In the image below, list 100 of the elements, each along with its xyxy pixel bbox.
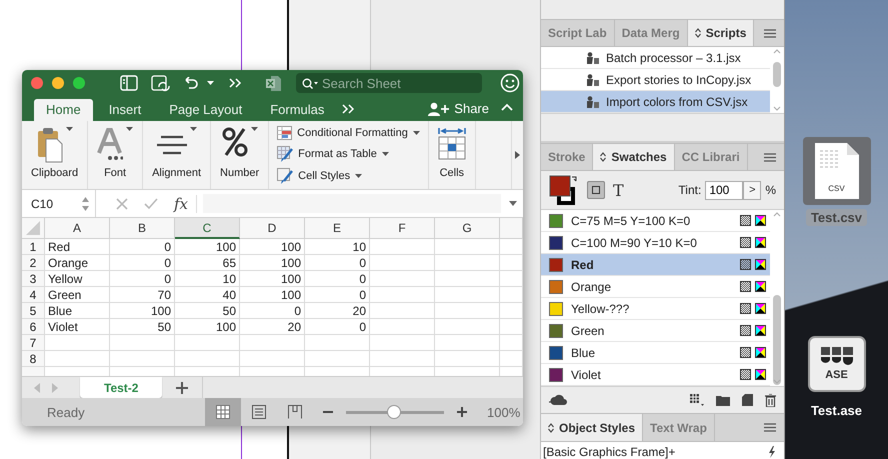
clipboard-button[interactable]: Clipboard	[22, 120, 88, 190]
ribbon-command[interactable]: Format as Table	[277, 146, 420, 162]
spreadsheet-file-icon	[266, 74, 281, 92]
table-cell: 0	[110, 239, 175, 256]
undo-icon[interactable]	[183, 76, 198, 90]
zoom-out-icon[interactable]	[323, 411, 333, 414]
empty-cell	[370, 303, 435, 320]
swatch-item[interactable]: Green	[541, 320, 770, 342]
ribbon-tab[interactable]: Formulas	[258, 98, 336, 121]
save-refresh-icon[interactable]	[151, 74, 171, 92]
file-name[interactable]: Test.ase	[806, 402, 868, 419]
column-header[interactable]: F	[370, 218, 435, 240]
caret-icon	[66, 126, 73, 131]
row-header[interactable]: 4	[22, 287, 45, 304]
row-header[interactable]: 5	[22, 303, 45, 320]
script-item[interactable]: Import colors from CSV.jsx	[541, 91, 770, 113]
sidebar-icon[interactable]	[120, 75, 138, 92]
current-style-text: [Basic Graphics Frame]+	[543, 445, 676, 459]
swatch-item[interactable]: C=75 M=5 Y=100 K=0	[541, 210, 770, 232]
view-button[interactable]	[205, 398, 241, 426]
empty-cell	[500, 335, 523, 352]
ribbon-tab[interactable]: Page Layout	[157, 98, 254, 121]
swatch-blocks-icon	[820, 347, 852, 365]
sheet-tab[interactable]: Test-2	[80, 377, 162, 398]
scroll-right-icon[interactable]	[515, 151, 520, 159]
ribbon-tab[interactable]: Home	[34, 98, 93, 121]
column-header[interactable]: D	[240, 218, 305, 240]
column-header[interactable]: C	[175, 218, 240, 240]
ribbon-tab[interactable]: Insert	[96, 98, 154, 121]
row-header[interactable]: 1	[22, 239, 45, 256]
cloud-arrow-icon[interactable]	[549, 394, 567, 406]
minimize-button[interactable]	[52, 77, 64, 90]
double-chevron-icon[interactable]	[229, 78, 242, 88]
file-name[interactable]: Test.csv	[806, 209, 868, 226]
alignment-button[interactable]: Alignment	[143, 120, 212, 190]
tint-step-button[interactable]: >	[743, 180, 762, 200]
swatch-item[interactable]: Orange	[541, 276, 770, 298]
script-item[interactable]: Batch processor – 3.1.jsx	[541, 47, 770, 69]
table-cell: Orange	[45, 255, 110, 272]
fill-stroke-icon[interactable]	[549, 175, 579, 205]
search-field[interactable]: Search Sheet	[296, 73, 482, 94]
column-header[interactable]: E	[305, 218, 370, 240]
document-icon[interactable]: CSV	[814, 143, 858, 199]
collapse-chevron-icon[interactable]	[501, 103, 513, 112]
file-type-label: ASE	[825, 369, 848, 381]
function-label[interactable]: fx	[170, 194, 198, 213]
panel-menu-icon[interactable]	[764, 152, 776, 162]
ribbon-command[interactable]: Cell Styles	[277, 168, 420, 184]
name-box[interactable]: C10	[31, 196, 71, 211]
smiley-icon[interactable]	[500, 73, 520, 94]
table-cell: 50	[110, 319, 175, 336]
panel-tab[interactable]: Scripts	[688, 20, 754, 46]
row-header[interactable]: 8	[22, 351, 45, 368]
zoom-button[interactable]	[73, 77, 85, 90]
table-cell: 100	[240, 255, 305, 272]
container-button[interactable]	[587, 181, 605, 199]
empty-cell	[175, 335, 240, 352]
ribbon-command[interactable]: Conditional Formatting	[277, 126, 420, 140]
row-header[interactable]: 3	[22, 271, 45, 288]
swatch-item[interactable]: Yellow-???	[541, 298, 770, 320]
cells-button[interactable]: Cells	[428, 120, 476, 190]
row-header[interactable]: 6	[22, 319, 45, 336]
new-swatch-icon[interactable]	[742, 394, 753, 406]
check-icon[interactable]	[144, 198, 158, 210]
tint-field[interactable]: 100	[705, 180, 744, 200]
row-header[interactable]: 2	[22, 255, 45, 272]
percent-label: %	[765, 183, 776, 197]
zoom-in-icon[interactable]	[457, 407, 467, 418]
number-button[interactable]: Number	[211, 120, 270, 190]
panel-menu-icon[interactable]	[764, 423, 776, 432]
swatch-grid-icon[interactable]	[690, 394, 704, 406]
panel-menu-icon[interactable]	[764, 28, 776, 38]
swatch-item[interactable]: Red	[541, 254, 770, 276]
table-cell: 50	[175, 303, 240, 320]
swatch-file-icon[interactable]: ASE	[808, 336, 866, 392]
empty-cell	[370, 255, 435, 272]
caret-icon[interactable]	[509, 201, 517, 206]
slider-thumb[interactable]	[387, 405, 402, 420]
scrollbar[interactable]	[770, 210, 784, 386]
row-header[interactable]: 7	[22, 335, 45, 352]
checker-icon	[740, 281, 751, 292]
color-mode-icon	[755, 237, 766, 248]
share-button[interactable]: Share	[428, 101, 489, 116]
panel-tab[interactable]: Object Styles	[541, 414, 644, 441]
lightning-icon[interactable]	[768, 446, 776, 458]
column-header[interactable]: A	[45, 218, 110, 240]
page-icon	[252, 405, 266, 420]
column-header[interactable]: G	[435, 218, 500, 240]
empty-cell	[435, 271, 500, 288]
table-cell: 0	[305, 255, 370, 272]
panel-tab[interactable]: Swatches	[593, 144, 675, 170]
folder-icon[interactable]	[716, 394, 730, 406]
scrollbar[interactable]	[770, 47, 784, 113]
trash-icon[interactable]	[765, 394, 776, 406]
swatch-item[interactable]: Blue	[541, 342, 770, 364]
font-button[interactable]: Font	[88, 120, 144, 190]
double-chevron-icon[interactable]	[342, 104, 354, 114]
conditional-formatting-icon	[277, 126, 292, 140]
text-button[interactable]: T	[613, 180, 624, 200]
column-header[interactable]: B	[110, 218, 175, 240]
